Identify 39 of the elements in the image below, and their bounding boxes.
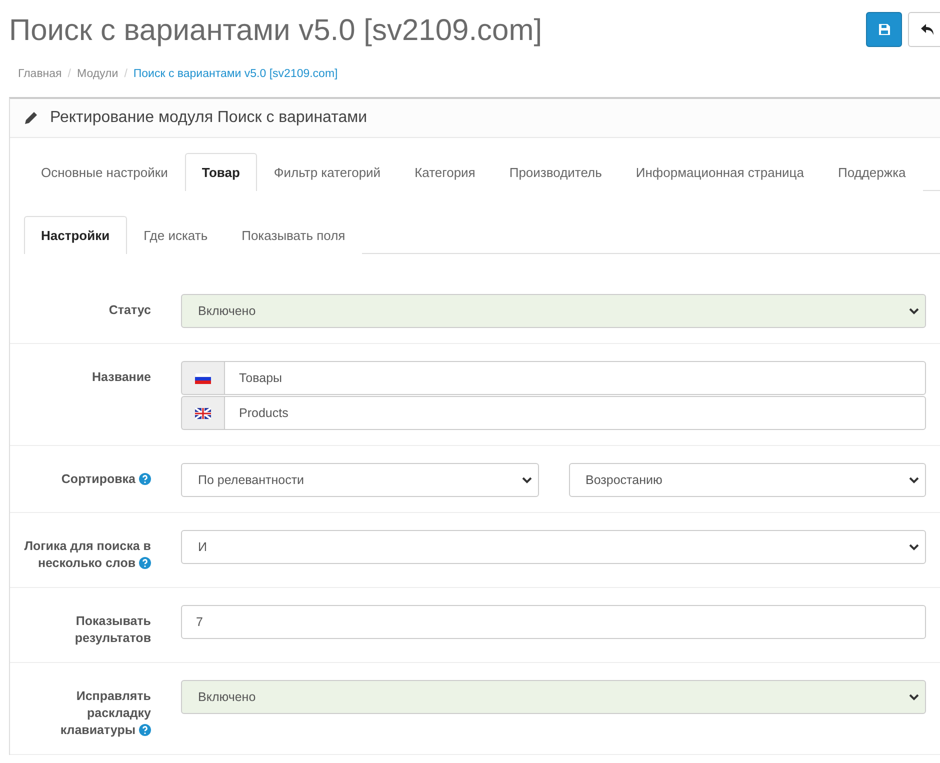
save-button[interactable] — [866, 12, 902, 47]
input-field[interactable]: Products — [224, 396, 926, 430]
select-field[interactable]: И — [181, 530, 926, 564]
help-icon — [139, 557, 151, 569]
breadcrumb-link[interactable]: Поиск с вариантами v5.0 [sv2109.com] — [133, 68, 338, 80]
field-label: Исправлять раскладку клавиатуры — [59, 688, 151, 739]
input-field[interactable]: 7 — [181, 605, 926, 639]
select-field[interactable]: По релевантности — [181, 463, 538, 497]
save-icon — [878, 24, 890, 35]
input-field[interactable]: Товары — [224, 361, 926, 395]
select-field[interactable]: Включено — [181, 294, 926, 328]
back-button[interactable] — [908, 12, 940, 47]
chevron-down-icon — [909, 308, 919, 314]
tab[interactable]: Товар — [184, 153, 257, 191]
page-title: Поиск с вариантами v5.0 [sv2109.com] — [9, 13, 542, 48]
breadcrumb-link[interactable]: Главная — [18, 68, 62, 80]
pencil-icon — [24, 111, 38, 125]
field-label: Показывать результатов — [74, 613, 151, 647]
breadcrumb-separator: / — [124, 68, 128, 80]
field-label: Статус — [108, 302, 151, 319]
tab[interactable]: Где искать — [126, 216, 225, 254]
chevron-down-icon — [909, 476, 919, 484]
chevron-down-icon — [909, 694, 919, 700]
breadcrumb-separator: / — [68, 68, 71, 80]
flag-icon — [195, 408, 211, 418]
chevron-down-icon — [909, 544, 919, 550]
select-field[interactable]: Включено — [181, 680, 926, 714]
panel-title: Ректирование модуля Поиск с варинатами — [50, 109, 368, 127]
flag-icon — [195, 372, 211, 384]
field-label: Название — [90, 369, 151, 386]
help-icon — [139, 473, 151, 485]
breadcrumb-link[interactable]: Модули — [76, 68, 118, 80]
field-label: Логика для поиска в несколько слов — [23, 538, 151, 572]
select-field[interactable]: Возростанию — [568, 463, 926, 497]
field-label: Сортировка — [10, 463, 151, 497]
reply-icon — [921, 24, 935, 36]
chevron-down-icon — [522, 476, 532, 484]
help-icon — [139, 724, 151, 736]
tab[interactable]: Настройки — [24, 216, 127, 254]
